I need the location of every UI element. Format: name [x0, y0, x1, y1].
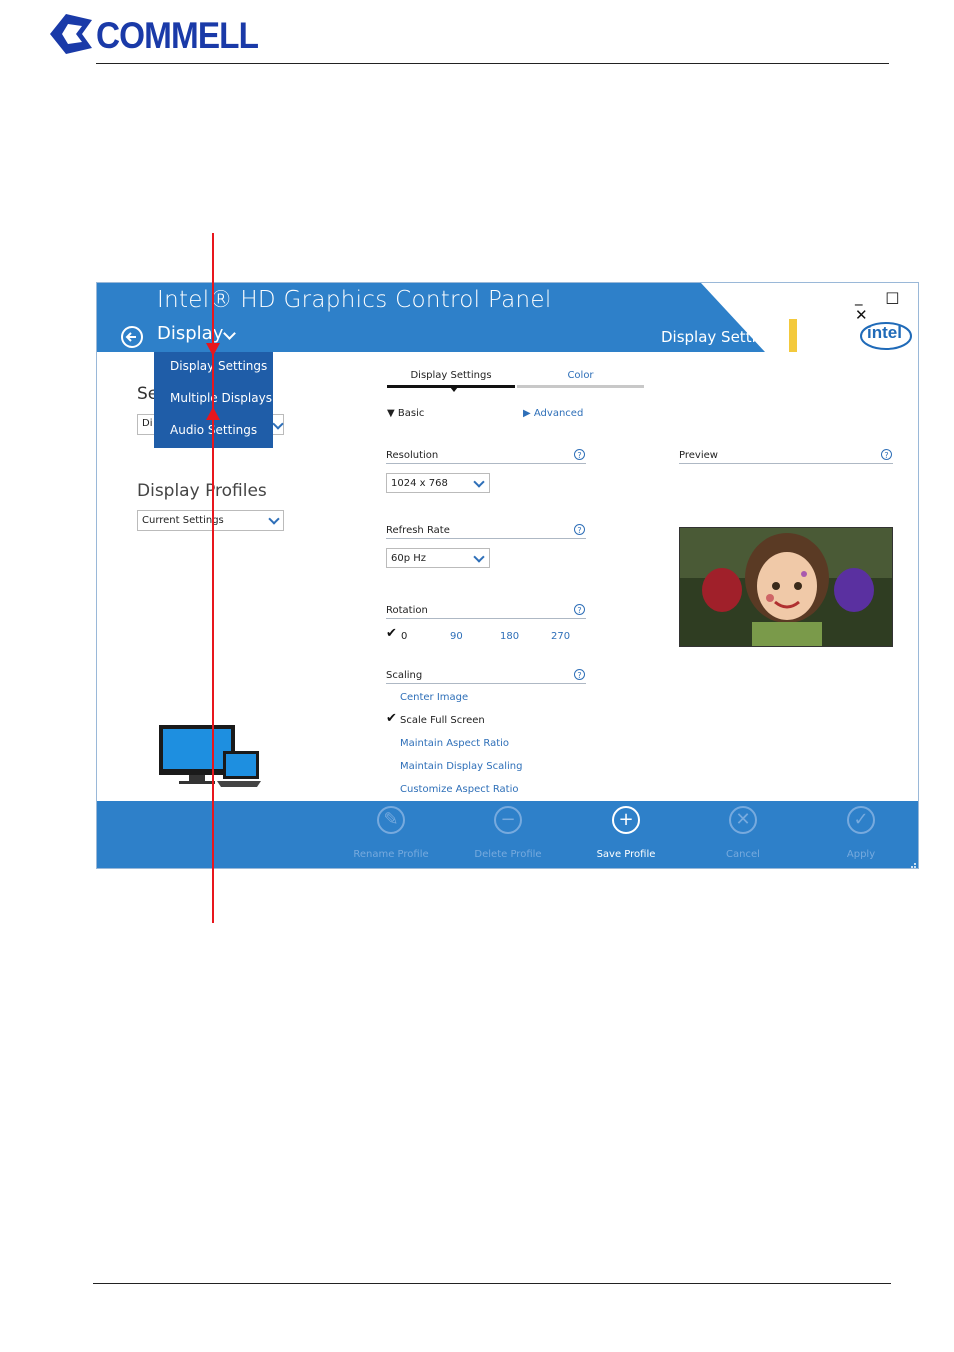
intel-logo-text: intel: [867, 323, 902, 342]
help-icon[interactable]: ?: [574, 604, 585, 615]
checkmark-icon: ✔: [386, 711, 397, 726]
delete-profile-button[interactable]: − Delete Profile: [458, 801, 558, 860]
help-icon[interactable]: ?: [574, 524, 585, 535]
refresh-rule: [386, 538, 586, 539]
annotation-arrow-up-icon: [206, 406, 220, 425]
cancel-label: Cancel: [726, 849, 760, 860]
scaling-option-scale-full-screen[interactable]: Scale Full Screen: [400, 715, 485, 726]
scaling-option-customize-aspect-ratio[interactable]: Customize Aspect Ratio: [400, 784, 519, 795]
preview-image: [679, 527, 893, 647]
resolution-rule: [386, 463, 586, 464]
resolution-label: Resolution: [386, 450, 439, 461]
section-title: Display Settings: [661, 328, 783, 346]
mode-basic[interactable]: ▼ Basic: [387, 408, 424, 419]
header-rule: [96, 63, 889, 64]
scaling-option-center-image[interactable]: Center Image: [400, 692, 468, 703]
save-profile-label: Save Profile: [596, 849, 656, 860]
intel-logo: intel: [859, 319, 914, 352]
chevron-down-icon: [473, 551, 485, 563]
delete-profile-label: Delete Profile: [474, 849, 542, 860]
scaling-rule: [386, 683, 586, 684]
minus-icon: −: [494, 806, 522, 834]
accent-strip: [789, 319, 797, 352]
back-icon[interactable]: [121, 326, 143, 348]
check-icon: ✓: [847, 806, 875, 834]
help-icon[interactable]: ?: [574, 669, 585, 680]
tab-color[interactable]: Color: [517, 370, 644, 381]
cancel-button[interactable]: ✕ Cancel: [693, 801, 793, 860]
rotation-option-0[interactable]: 0: [401, 631, 407, 642]
pencil-icon: ✎: [377, 806, 405, 834]
tab-display-settings[interactable]: Display Settings: [387, 370, 515, 381]
refresh-rate-dropdown[interactable]: 60p Hz: [386, 548, 490, 568]
chevron-down-icon[interactable]: [268, 513, 280, 525]
window-title: Intel® HD Graphics Control Panel: [157, 287, 552, 313]
action-bar: ✎ Rename Profile − Delete Profile + Save…: [97, 801, 918, 868]
commell-logo: COMMELL: [48, 10, 278, 62]
refresh-rate-label: Refresh Rate: [386, 525, 450, 536]
resize-grip-icon[interactable]: [907, 857, 917, 868]
scaling-label: Scaling: [386, 670, 423, 681]
select-display-value: Di: [142, 418, 153, 429]
scaling-option-maintain-display-scaling[interactable]: Maintain Display Scaling: [400, 761, 522, 772]
rotation-label: Rotation: [386, 605, 428, 616]
menu-item-multiple-displays[interactable]: Multiple Displays: [170, 391, 272, 405]
rotation-rule: [386, 618, 586, 619]
resolution-dropdown[interactable]: 1024 x 768: [386, 473, 490, 493]
chevron-down-icon: [473, 476, 485, 488]
annotation-arrow-down-icon: [206, 342, 220, 361]
help-icon[interactable]: ?: [574, 449, 585, 460]
checkmark-icon: ✔: [386, 626, 397, 641]
preview-label: Preview: [679, 450, 718, 461]
tab-underline: [517, 385, 644, 388]
refresh-rate-value: 60p Hz: [391, 553, 427, 564]
intel-graphics-window: Intel® HD Graphics Control Panel Display…: [96, 282, 919, 869]
scaling-option-maintain-aspect-ratio[interactable]: Maintain Aspect Ratio: [400, 738, 509, 749]
mode-basic-label: Basic: [397, 408, 425, 419]
triangle-down-icon: ▼: [387, 408, 395, 419]
profile-dropdown[interactable]: Current Settings: [137, 510, 284, 531]
preview-rule: [679, 463, 893, 464]
apply-label: Apply: [846, 849, 876, 860]
close-icon: ✕: [729, 806, 757, 834]
plus-icon: +: [612, 806, 640, 834]
apply-button[interactable]: ✓ Apply: [811, 801, 911, 860]
display-profiles-heading: Display Profiles: [137, 481, 267, 501]
rotation-option-180[interactable]: 180: [500, 631, 519, 642]
rename-profile-button[interactable]: ✎ Rename Profile: [341, 801, 441, 860]
triangle-right-icon: ▶: [523, 408, 531, 419]
rotation-option-270[interactable]: 270: [551, 631, 570, 642]
rename-profile-label: Rename Profile: [353, 849, 429, 860]
tab-pointer-icon: [450, 387, 458, 392]
multi-monitor-icon: [157, 723, 262, 793]
annotation-line: [212, 233, 214, 923]
resolution-value: 1024 x 768: [391, 478, 448, 489]
footer-rule: [93, 1283, 891, 1284]
logo-text: COMMELL: [96, 15, 259, 56]
menu-item-display-settings[interactable]: Display Settings: [170, 359, 267, 373]
rotation-option-90[interactable]: 90: [450, 631, 463, 642]
help-icon[interactable]: ?: [881, 449, 892, 460]
commell-logo-icon: [50, 14, 92, 54]
save-profile-button[interactable]: + Save Profile: [576, 801, 676, 860]
mode-advanced-label: Advanced: [533, 408, 584, 419]
mode-advanced[interactable]: ▶ Advanced: [523, 408, 583, 419]
